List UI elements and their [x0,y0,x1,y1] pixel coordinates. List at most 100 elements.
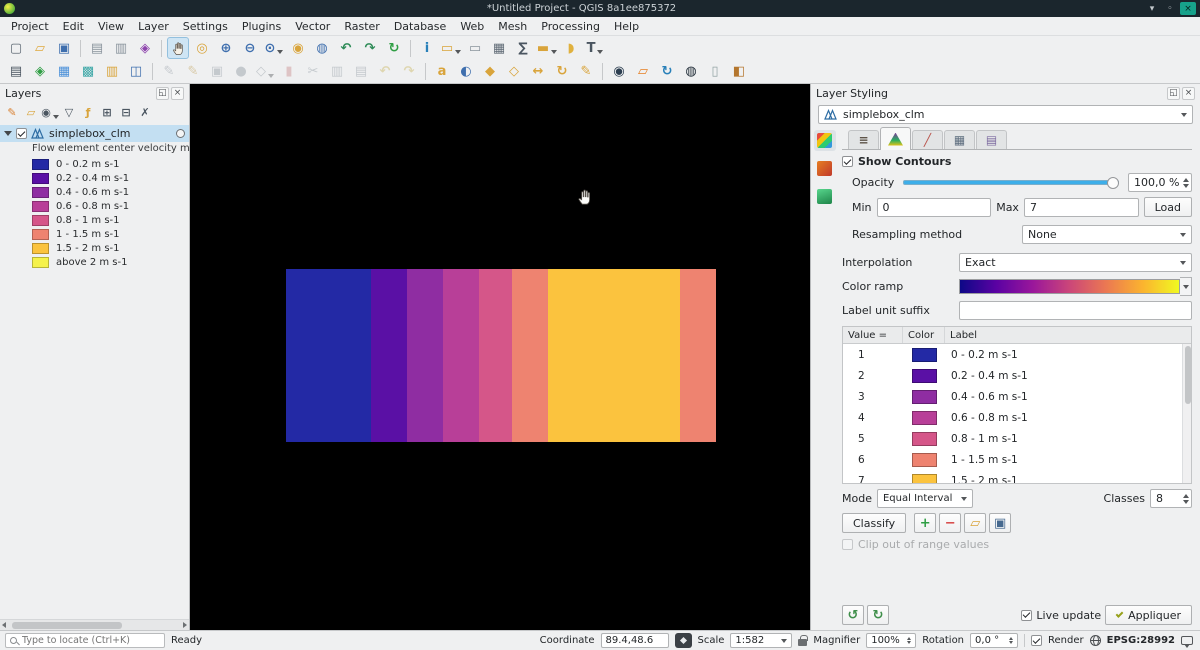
refresh-map-button[interactable]: ↻ [383,37,405,59]
row-label[interactable]: 0 - 0.2 m s-1 [945,349,1191,361]
save-project-button[interactable]: ▣ [53,37,75,59]
identify-features-button[interactable]: i [416,37,438,59]
text-annotation-dropdown-arrow[interactable] [597,50,603,54]
menu-raster[interactable]: Raster [337,18,386,35]
new-print-layout-button[interactable]: ▤ [86,37,108,59]
text-annotation-button[interactable]: T [584,37,606,59]
menu-vector[interactable]: Vector [288,18,337,35]
pan-to-selection-button[interactable]: ◎ [191,37,213,59]
style-manager-button[interactable]: ◈ [134,37,156,59]
redo-button[interactable]: ↷ [398,61,420,83]
layer-selector-combo[interactable]: simplebox_clm [818,105,1193,124]
settings-tab[interactable]: ≡ [848,130,879,149]
label-unit-suffix-input[interactable] [959,301,1192,320]
legend-item[interactable]: 1.5 - 2 m s-1 [0,241,189,255]
row-label[interactable]: 0.4 - 0.6 m s-1 [945,391,1191,403]
save-layer-edits-button[interactable]: ▣ [206,61,228,83]
coordinate-input[interactable]: 89.4,48.6 [601,633,669,648]
new-project-button[interactable]: ▢ [5,37,27,59]
zoom-to-selection-button[interactable]: ◉ [287,37,309,59]
row-label[interactable]: 0.8 - 1 m s-1 [945,433,1191,445]
add-vector-layer-button[interactable]: ◈ [29,61,51,83]
map-tips-button[interactable]: ◗ [560,37,582,59]
vertex-tool-dropdown-arrow[interactable] [268,74,274,78]
toggle-editing-button[interactable]: ✎ [182,61,204,83]
close-window-button[interactable]: × [1180,2,1196,15]
menu-processing[interactable]: Processing [534,18,607,35]
spin-arrows-icon[interactable] [1009,637,1013,645]
redo-style-button[interactable]: ↻ [867,605,889,625]
row-label[interactable]: 1 - 1.5 m s-1 [945,454,1191,466]
row-label[interactable]: 0.6 - 0.8 m s-1 [945,412,1191,424]
measure-line-button[interactable]: ▬ [536,37,558,59]
add-postgis-layer-button[interactable]: ◫ [125,61,147,83]
highlight-pinned-labels-button[interactable]: ◇ [503,61,525,83]
legend-item[interactable]: 0.2 - 0.4 m s-1 [0,171,189,185]
opacity-spinbox[interactable]: 100,0 % [1128,173,1192,192]
color-swatch[interactable] [912,348,937,362]
color-swatch[interactable] [912,474,937,484]
pan-map-button[interactable] [167,37,189,59]
undo-style-button[interactable]: ↺ [842,605,864,625]
show-contours-checkbox[interactable] [842,156,853,167]
mesh-frame-tab[interactable]: ▦ [944,130,975,149]
crs-code[interactable]: EPSG:28992 [1107,635,1175,646]
table-vertical-scrollbar[interactable] [1182,344,1191,483]
delete-selected-button[interactable]: ▮ [278,61,300,83]
open-layer-styling-button[interactable]: ✎ [3,104,21,121]
layer-name[interactable]: simplebox_clm [49,127,172,140]
crs-globe-icon[interactable] [1090,635,1101,646]
legend-item[interactable]: 0.4 - 0.6 m s-1 [0,185,189,199]
contours-tab[interactable] [880,127,911,150]
classify-button[interactable]: Classify [842,513,906,533]
color-ramp-dropdown-arrow[interactable] [1180,277,1192,296]
add-group-button[interactable]: ▱ [22,104,40,121]
shade-window-button[interactable]: ▾ [1144,2,1160,15]
color-ramp-button[interactable] [959,279,1180,294]
add-feature-button[interactable]: ● [230,61,252,83]
interpolation-combo[interactable]: Exact [959,253,1192,272]
maximize-window-button[interactable]: ◦ [1162,2,1178,15]
change-label-properties-button[interactable]: ✎ [575,61,597,83]
zoom-last-button[interactable]: ↶ [335,37,357,59]
menu-mesh[interactable]: Mesh [491,18,534,35]
apply-button[interactable]: Appliquer [1105,605,1192,625]
collapse-all-button[interactable]: ⊟ [117,104,135,121]
menu-view[interactable]: View [91,18,131,35]
legend-item[interactable]: 0.6 - 0.8 m s-1 [0,199,189,213]
add-class-button[interactable]: + [914,513,936,533]
filter-by-expression-button[interactable]: ƒ [79,104,97,121]
legend-item[interactable]: 1 - 1.5 m s-1 [0,227,189,241]
scrollbar-thumb[interactable] [12,622,122,629]
expand-all-button[interactable]: ⊞ [98,104,116,121]
menu-web[interactable]: Web [453,18,491,35]
float-panel-button[interactable]: ◱ [156,87,169,100]
table-row[interactable]: 10 - 0.2 m s-1 [843,344,1191,365]
copy-features-button[interactable]: ▥ [326,61,348,83]
zoom-out-button[interactable]: ⊖ [239,37,261,59]
pin-labels-button[interactable]: ◆ [479,61,501,83]
move-label-button[interactable]: ↔ [527,61,549,83]
package-plugin-button[interactable]: ▯ [704,61,726,83]
menu-plugins[interactable]: Plugins [235,18,288,35]
remove-layer-button[interactable]: ✗ [136,104,154,121]
menu-edit[interactable]: Edit [56,18,91,35]
measure-line-dropdown-arrow[interactable] [551,50,557,54]
select-features-button[interactable]: ▭ [440,37,462,59]
expander-icon[interactable] [4,131,12,136]
clip-out-of-range-checkbox[interactable] [842,539,853,550]
zoom-next-button[interactable]: ↷ [359,37,381,59]
live-update-checkbox[interactable] [1021,610,1032,621]
layer-labeling-button[interactable]: a [431,61,453,83]
classes-spinbox[interactable]: 8 [1150,489,1192,508]
opacity-slider[interactable] [903,175,1119,191]
show-layout-manager-button[interactable]: ▥ [110,37,132,59]
color-swatch[interactable] [912,369,937,383]
manage-map-themes-button-dropdown-arrow[interactable] [53,115,59,119]
load-color-map-button[interactable]: ▱ [964,513,986,533]
layers-horizontal-scrollbar[interactable] [0,619,189,630]
open-data-source-manager-button[interactable]: ▤ [5,61,27,83]
table-row[interactable]: 61 - 1.5 m s-1 [843,449,1191,470]
symbology-tab[interactable] [814,130,836,151]
max-input[interactable]: 7 [1024,198,1139,217]
